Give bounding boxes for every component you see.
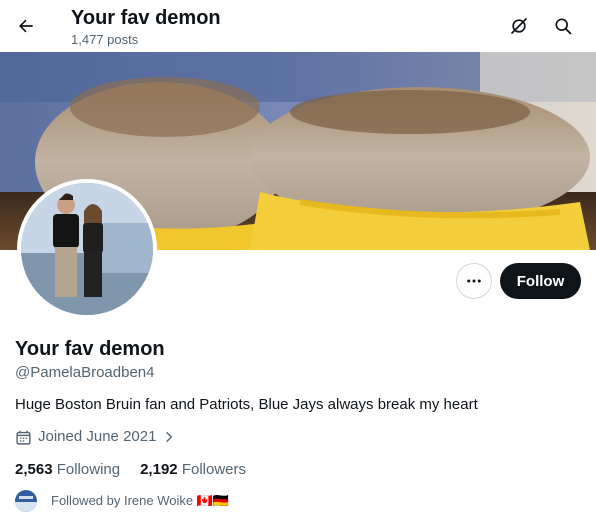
following-label: Following bbox=[56, 461, 121, 478]
joined-date[interactable]: Joined June 2021 bbox=[15, 427, 176, 447]
more-button[interactable] bbox=[456, 263, 492, 299]
follower-avatar bbox=[15, 490, 37, 512]
search-button[interactable] bbox=[547, 10, 579, 42]
follow-stats: 2,563 Following 2,192 Followers bbox=[15, 460, 246, 480]
calendar-icon bbox=[16, 430, 31, 445]
back-button[interactable] bbox=[10, 10, 42, 42]
bio: Huge Boston Bruin fan and Patriots, Blue… bbox=[15, 396, 478, 413]
top-bar: Your fav demon 1,477 posts bbox=[0, 0, 596, 52]
hide-repost-button[interactable] bbox=[503, 10, 535, 42]
header-title: Your fav demon bbox=[71, 7, 221, 29]
followed-by[interactable]: Followed by Irene Woike 🇨🇦🇩🇪 bbox=[15, 490, 229, 512]
followers-link[interactable]: 2,192 Followers bbox=[140, 460, 246, 480]
followed-by-text: Followed by Irene Woike 🇨🇦🇩🇪 bbox=[51, 493, 230, 508]
search-icon bbox=[555, 18, 572, 35]
hide-repost-icon bbox=[510, 17, 528, 35]
back-arrow-icon bbox=[19, 19, 33, 33]
following-count: 2,563 bbox=[15, 461, 53, 478]
follow-button[interactable]: Follow bbox=[500, 263, 581, 299]
followers-label: Followers bbox=[181, 461, 246, 478]
joined-label: Joined June 2021 bbox=[38, 428, 157, 445]
following-link[interactable]: 2,563 Following bbox=[15, 460, 120, 480]
chevron-right-icon bbox=[166, 431, 173, 443]
more-icon bbox=[467, 279, 481, 283]
followers-count: 2,192 bbox=[140, 461, 178, 478]
display-name: Your fav demon bbox=[15, 338, 165, 360]
user-handle: @PamelaBroadben4 bbox=[15, 364, 155, 381]
post-count: 1,477 posts bbox=[71, 32, 139, 47]
profile-avatar[interactable] bbox=[17, 179, 157, 319]
